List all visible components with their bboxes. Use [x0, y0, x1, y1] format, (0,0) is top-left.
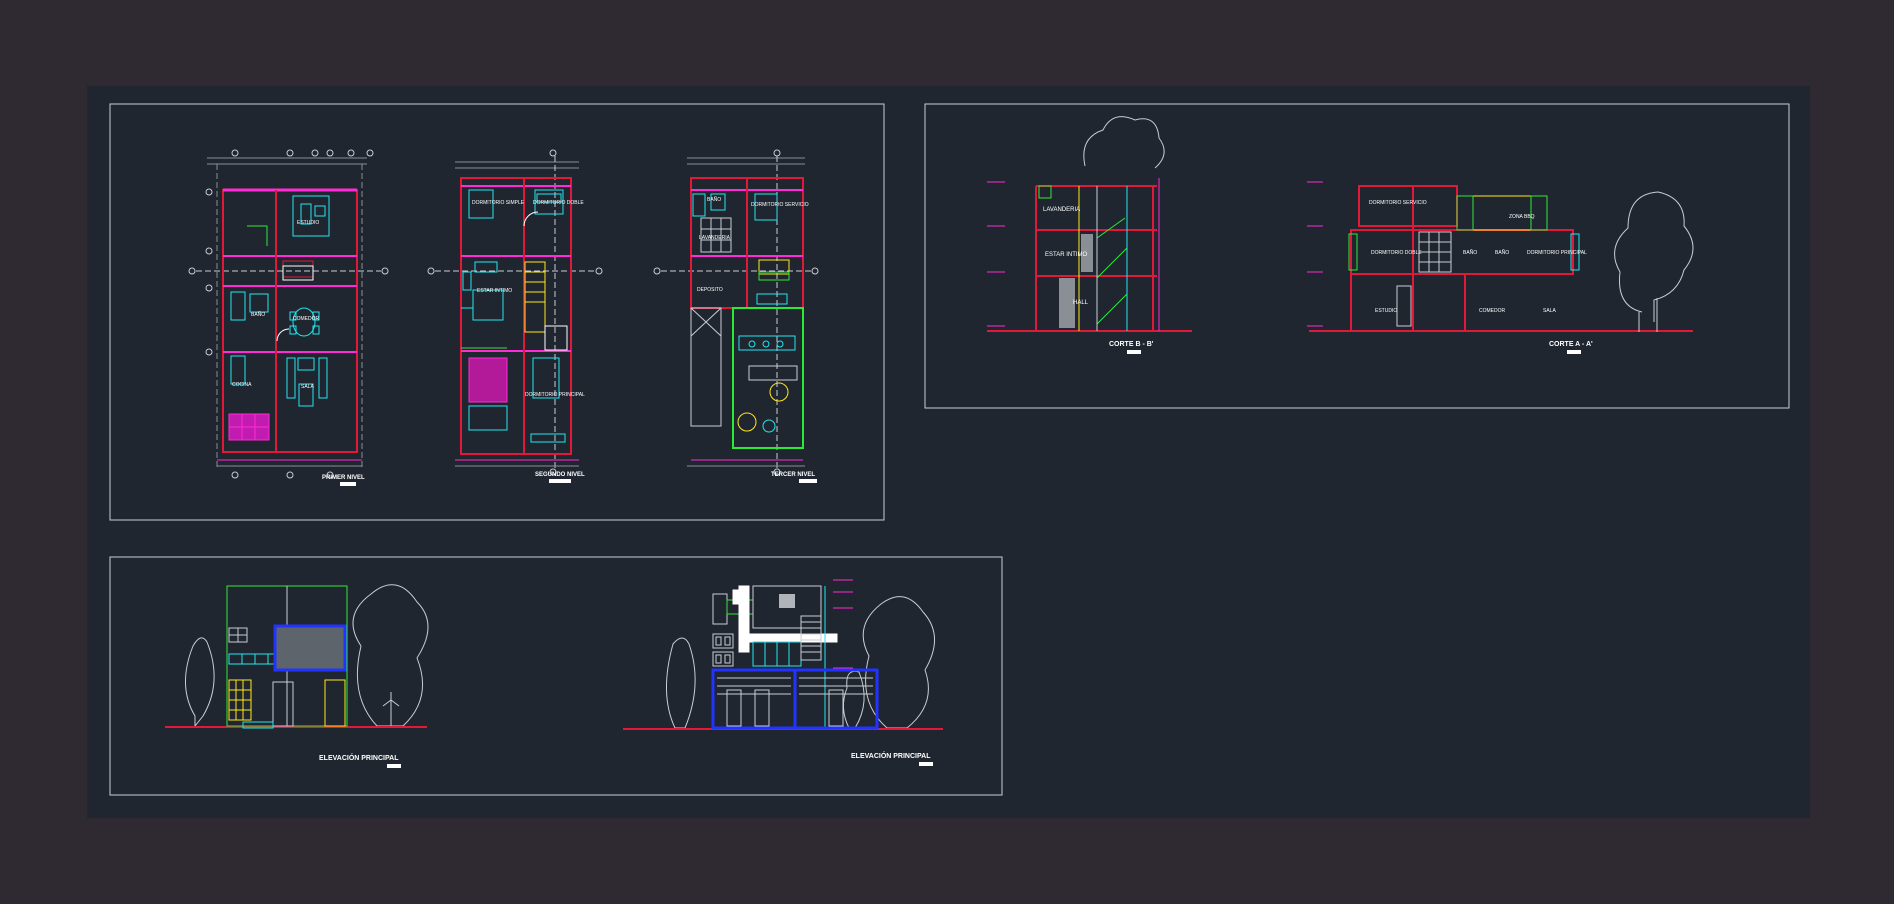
room-label: ZONA BBQ: [1509, 214, 1535, 220]
room-label: HALL: [1073, 300, 1089, 306]
section-corte-a: DORMITORIO SERVICIO ZONA BBQ DORMITORIO …: [1307, 181, 1694, 332]
scale-bar: [549, 479, 571, 483]
room-label: DORMITORIO PRINCIPAL: [1527, 250, 1587, 256]
scale-bar: [1567, 350, 1581, 354]
section-title-corte-a: CORTE A - A': [1549, 341, 1593, 348]
room-label: DORMITORIO SERVICIO: [751, 202, 809, 208]
sheet-frame-plans: [109, 103, 885, 521]
room-label: ESTAR INTIMO: [477, 288, 512, 294]
room-label: DORMITORIO PRINCIPAL: [525, 392, 585, 398]
room-label: DORMITORIO SERVICIO: [1369, 200, 1427, 206]
plan-title-segundo-nivel: SEGUNDO NIVEL: [535, 472, 585, 478]
floor-plan-tercer-nivel: BAÑO DORMITORIO SERVICIO LAVANDERIA DEPO…: [653, 149, 819, 476]
room-label: COMEDOR: [293, 316, 320, 322]
room-label: COCINA: [232, 382, 252, 388]
room-label: BAÑO: [1463, 249, 1477, 256]
elevation-side: [623, 579, 943, 730]
room-label: BAÑO: [707, 196, 721, 203]
floor-plan-segundo-nivel: DORMITORIO SIMPLE DORMITORIO DOBLE ESTAR…: [427, 149, 603, 476]
room-label: SALA: [301, 384, 314, 390]
room-label: BAÑO: [1495, 249, 1509, 256]
room-label: LAVANDERIA: [1043, 207, 1080, 213]
room-label: DORMITORIO DOBLE: [1371, 250, 1422, 256]
scale-bar: [919, 762, 933, 766]
section-corte-b: LAVANDERIA ESTAR INTIMO HALL: [987, 116, 1192, 332]
room-label: DEPOSITO: [697, 287, 723, 293]
scale-bar: [799, 479, 817, 483]
plan-title-tercer-nivel: TERCER NIVEL: [771, 472, 815, 478]
section-title-corte-b: CORTE B - B': [1109, 341, 1154, 348]
scale-bar: [340, 482, 356, 486]
elevation-title-front: ELEVACIÓN PRINCIPAL: [319, 753, 399, 762]
room-label: ESTUDIO: [297, 220, 319, 226]
plan-title-primer-nivel: PRIMER NIVEL: [322, 475, 365, 481]
room-label: DORMITORIO SIMPLE: [472, 200, 525, 206]
room-label: SALA: [1543, 308, 1556, 314]
elevation-title-side: ELEVACIÓN PRINCIPAL: [851, 751, 931, 760]
elevation-front: [165, 584, 429, 729]
room-label: BAÑO: [251, 311, 265, 318]
scale-bar: [1127, 350, 1141, 354]
room-label: ESTAR INTIMO: [1045, 252, 1088, 258]
scale-bar: [387, 764, 401, 768]
room-label: ESTUDIO: [1375, 308, 1397, 314]
floor-plan-primer-nivel: ESTUDIO COMEDOR SALA COCINA BAÑO: [188, 149, 389, 479]
cad-model-space[interactable]: ESTUDIO COMEDOR SALA COCINA BAÑO PRIMER …: [87, 86, 1810, 818]
room-label: COMEDOR: [1479, 308, 1506, 314]
room-label: DORMITORIO DOBLE: [533, 200, 584, 206]
room-label: LAVANDERIA: [699, 235, 731, 241]
cad-drawing: ESTUDIO COMEDOR SALA COCINA BAÑO PRIMER …: [109, 103, 1790, 796]
